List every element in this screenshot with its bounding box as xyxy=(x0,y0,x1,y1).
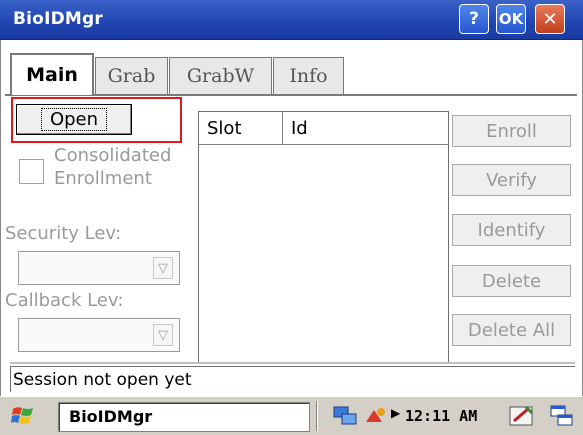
security-level-select[interactable]: ▽ xyxy=(18,251,180,285)
consolidated-label-line2: Enrollment xyxy=(54,168,152,189)
list-header: Slot Id xyxy=(199,112,448,145)
network-icon[interactable] xyxy=(332,404,358,428)
verify-button[interactable]: Verify xyxy=(452,164,571,196)
column-header-slot[interactable]: Slot xyxy=(199,112,283,145)
help-button[interactable]: ? xyxy=(459,4,489,34)
title-bar: BioIDMgr ? OK ✕ xyxy=(0,0,583,40)
close-button[interactable]: ✕ xyxy=(535,4,565,34)
security-level-label: Security Lev: xyxy=(5,223,122,244)
open-button[interactable]: Open xyxy=(16,104,132,135)
input-panel-icon[interactable] xyxy=(508,403,536,429)
taskbar-app-button[interactable]: BioIDMgr xyxy=(58,402,310,432)
window-title: BioIDMgr xyxy=(13,9,103,29)
delete-all-button[interactable]: Delete All xyxy=(452,314,571,346)
identify-button[interactable]: Identify xyxy=(452,214,571,246)
ok-button[interactable]: OK xyxy=(496,4,526,34)
callback-level-select[interactable]: ▽ xyxy=(18,318,180,352)
windows-switcher-icon[interactable] xyxy=(548,403,576,429)
status-divider xyxy=(10,362,575,364)
tab-grab[interactable]: Grab xyxy=(95,57,168,94)
consolidated-label-line1: Consolidated xyxy=(54,145,172,166)
status-text: Session not open yet xyxy=(10,366,575,392)
delete-button[interactable]: Delete xyxy=(452,265,571,297)
open-button-label: Open xyxy=(40,108,108,131)
windows-start-icon[interactable] xyxy=(10,403,36,429)
callback-level-label: Callback Lev: xyxy=(5,290,124,311)
column-header-id[interactable]: Id xyxy=(283,112,450,145)
tab-info[interactable]: Info xyxy=(273,57,344,94)
enroll-button[interactable]: Enroll xyxy=(452,115,571,147)
taskbar: BioIDMgr ▶ 12:11 AM xyxy=(0,396,583,435)
tray-expand-icon[interactable]: ▶ xyxy=(391,406,400,420)
chevron-down-icon[interactable]: ▽ xyxy=(153,324,173,346)
tab-main[interactable]: Main xyxy=(10,53,94,95)
tab-grabw[interactable]: GrabW xyxy=(169,57,272,94)
tray-separator xyxy=(316,401,318,431)
consolidated-enrollment-checkbox[interactable] xyxy=(19,159,44,184)
slot-id-list[interactable]: Slot Id xyxy=(198,111,449,364)
connection-icon[interactable] xyxy=(362,404,388,428)
chevron-down-icon[interactable]: ▽ xyxy=(153,257,173,279)
taskbar-clock[interactable]: 12:11 AM xyxy=(405,407,477,425)
